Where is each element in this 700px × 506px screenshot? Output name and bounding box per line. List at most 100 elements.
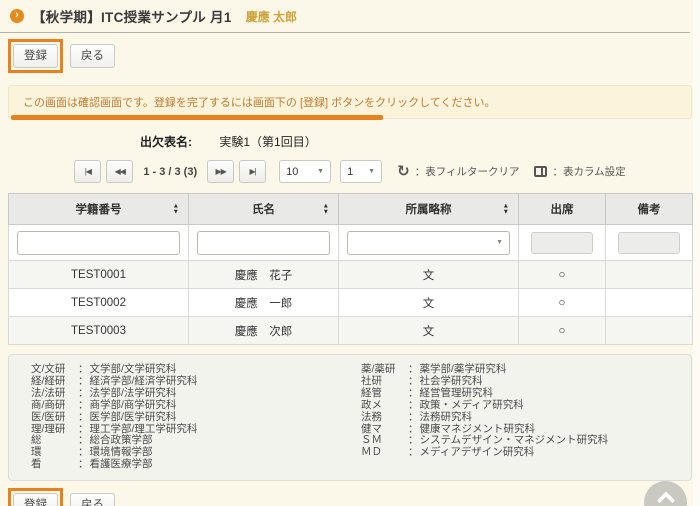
attendance-sheet-name: 出欠表名: 実験1（第1回目） [140, 133, 700, 150]
filter-student-id-input[interactable] [17, 231, 180, 255]
table-row[interactable]: TEST0002 慶應 一郎 文 ○ [9, 289, 693, 317]
column-header-name[interactable]: 氏名 ▲▼ [189, 194, 339, 225]
legend-separator: ： [78, 400, 89, 412]
legend-item: 薬/薬研：薬学部/薬学研究科 [361, 364, 608, 376]
legend-separator: ： [408, 412, 419, 424]
cell-name: 慶應 次郎 [189, 317, 339, 345]
prev-page-icon: ◀◀ [115, 167, 125, 176]
column-header-student-id[interactable]: 学籍番号 ▲▼ [9, 194, 189, 225]
page-number-value: 1 [347, 166, 353, 178]
legend-full: 法学部/法学研究科 [90, 388, 177, 400]
legend-full: 政策・メディア研究科 [420, 400, 524, 412]
column-settings-label: ：表カラム設定 [552, 164, 625, 179]
prev-page-button[interactable]: ◀◀ [106, 160, 133, 183]
cell-affiliation: 文 [339, 261, 519, 289]
chevron-down-icon: ▼ [496, 239, 503, 246]
page: › 【秋学期】ITC授業サンプル 月1 慶應 太郎 登録 戻る この画面は確認画… [0, 0, 700, 506]
legend-item: 政メ：政策・メディア研究科 [361, 400, 608, 412]
pagination-range-text: 1 - 3 / 3 (3) [143, 166, 197, 178]
breadcrumb-arrow-icon: › [10, 9, 24, 23]
column-header-label: 学籍番号 [76, 204, 122, 216]
register-button-top[interactable]: 登録 [13, 44, 58, 68]
legend-item: 医/医研：医学部/医学研究科 [31, 412, 361, 424]
page-size-select[interactable]: 10 ▼ [279, 160, 331, 183]
legend-abbr: 商/商研 [31, 400, 78, 412]
cell-note [606, 261, 693, 289]
legend-abbr: 政メ [361, 400, 408, 412]
filter-row: ▼ [9, 225, 693, 261]
legend-abbr: ＭＤ [361, 447, 408, 459]
register-button-bottom[interactable]: 登録 [13, 493, 58, 506]
legend-item: 法/法研：法学部/法学研究科 [31, 388, 361, 400]
legend-item: 経管：経営管理研究科 [361, 388, 608, 400]
column-header-label: 出席 [551, 204, 574, 216]
next-page-button[interactable]: ▶▶ [207, 160, 234, 183]
chevron-up-icon [656, 491, 674, 506]
page-header: › 【秋学期】ITC授業サンプル 月1 慶應 太郎 [0, 0, 690, 33]
filter-cell [189, 225, 339, 261]
legend-full: 経営管理研究科 [420, 388, 494, 400]
chevron-down-icon: ▼ [317, 168, 324, 175]
filter-cell: ▼ [339, 225, 519, 261]
attendance-sheet-value: 実験1（第1回目） [219, 135, 316, 149]
page-size-value: 10 [286, 166, 298, 178]
sort-icon[interactable]: ▲▼ [323, 204, 329, 215]
first-page-button[interactable]: |◀ [74, 160, 101, 183]
legend-item: 看：看護医療学部 [31, 459, 361, 471]
filter-attendance-input-disabled [531, 232, 593, 254]
back-button-bottom[interactable]: 戻る [70, 493, 115, 506]
user-name-link[interactable]: 慶應 太郎 [246, 8, 297, 25]
notice-underline-annotation [11, 115, 383, 120]
filter-clear-icon[interactable]: ↻ [397, 164, 410, 179]
legend-full: 法務研究科 [420, 412, 473, 424]
pagination-bar: |◀ ◀◀ 1 - 3 / 3 (3) ▶▶ ▶| 10 ▼ 1 ▼ ↻ ：表フ… [0, 160, 700, 183]
table-row[interactable]: TEST0001 慶應 花子 文 ○ [9, 261, 693, 289]
cell-student-id: TEST0003 [9, 317, 189, 345]
cell-attendance: ○ [519, 289, 606, 317]
last-page-button[interactable]: ▶| [239, 160, 266, 183]
legend-full: 看護医療学部 [90, 459, 153, 471]
legend-separator: ： [408, 447, 419, 459]
column-header-attendance: 出席 [519, 194, 606, 225]
sort-down-icon: ▼ [323, 209, 329, 215]
legend-separator: ： [78, 388, 89, 400]
back-button-top[interactable]: 戻る [70, 44, 115, 68]
column-header-label: 所属略称 [406, 204, 452, 216]
filter-name-input[interactable] [197, 231, 330, 255]
column-settings-icon[interactable] [534, 166, 547, 177]
legend-item: 法務：法務研究科 [361, 412, 608, 424]
cell-note [606, 317, 693, 345]
filter-affiliation-select[interactable]: ▼ [347, 231, 510, 255]
last-page-icon: ▶| [249, 167, 255, 176]
first-page-icon: |◀ [85, 167, 91, 176]
sort-down-icon: ▼ [503, 209, 509, 215]
column-header-affiliation[interactable]: 所属略称 ▲▼ [339, 194, 519, 225]
next-page-icon: ▶▶ [215, 167, 225, 176]
legend-left-column: 文/文研：文学部/文学研究科 経/経研：経済学部/経済学研究科 法/法研：法学部… [31, 364, 361, 471]
filter-clear-label: ：表フィルタークリア [415, 164, 520, 179]
sort-icon[interactable]: ▲▼ [173, 204, 179, 215]
legend-separator: ： [408, 388, 419, 400]
cell-affiliation: 文 [339, 289, 519, 317]
legend-full: メディアデザイン研究科 [420, 447, 535, 459]
cell-student-id: TEST0002 [9, 289, 189, 317]
filter-note-input-disabled [618, 232, 680, 254]
table-row[interactable]: TEST0003 慶應 次郎 文 ○ [9, 317, 693, 345]
legend-abbr: 看 [31, 459, 78, 471]
legend-abbr: 法/法研 [31, 388, 78, 400]
filter-cell [9, 225, 189, 261]
page-number-select[interactable]: 1 ▼ [340, 160, 382, 183]
scroll-top-button[interactable] [644, 481, 687, 506]
legend-separator: ： [78, 459, 89, 471]
sort-icon[interactable]: ▲▼ [503, 204, 509, 215]
cell-note [606, 289, 693, 317]
column-header-label: 氏名 [252, 204, 275, 216]
cell-name: 慶應 花子 [189, 261, 339, 289]
legend-abbr: 法務 [361, 412, 408, 424]
cell-attendance: ○ [519, 317, 606, 345]
legend-abbr: 医/医研 [31, 412, 78, 424]
confirmation-notice: この画面は確認画面です。登録を完了するには画面下の [登録] ボタンをクリックし… [8, 85, 692, 119]
top-actions: 登録 戻る [8, 39, 700, 73]
cell-name: 慶應 一郎 [189, 289, 339, 317]
filter-cell [519, 225, 606, 261]
